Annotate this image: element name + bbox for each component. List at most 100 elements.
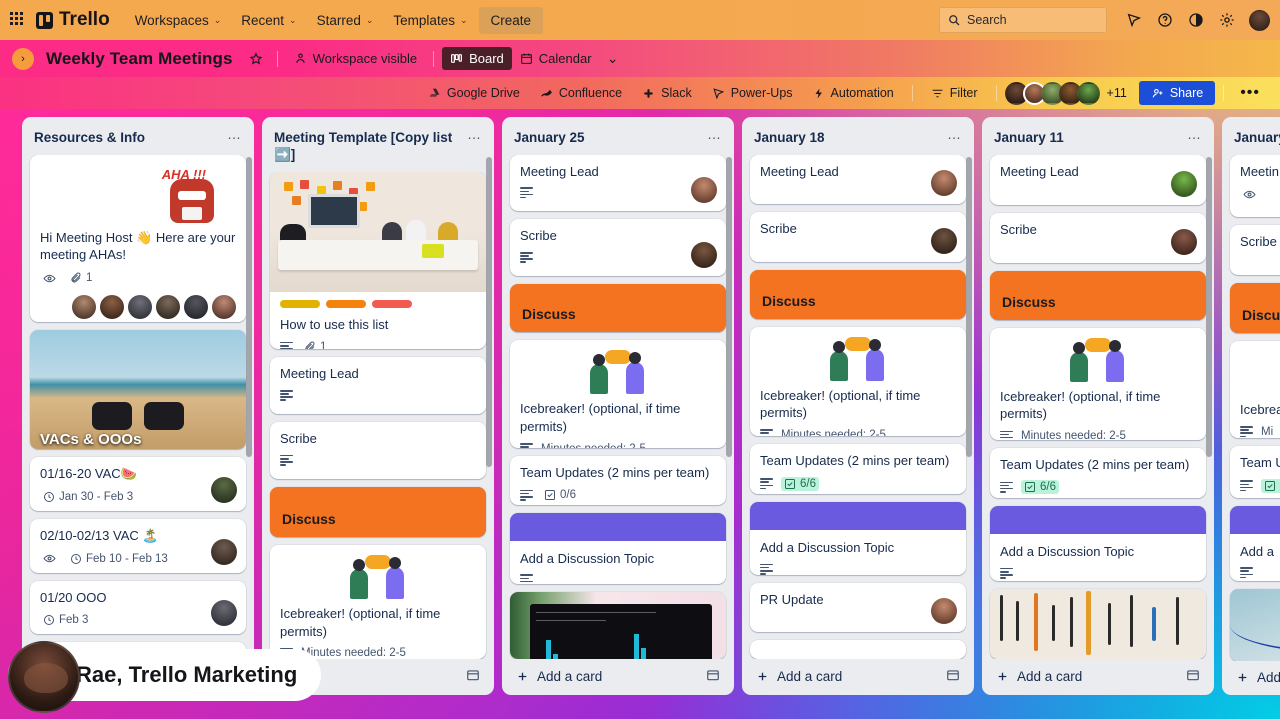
account-avatar[interactable]: [1249, 9, 1270, 31]
list-scroll-thumb[interactable]: [486, 157, 492, 467]
avatar[interactable]: [212, 294, 236, 319]
list-january-18[interactable]: January 18 … Meeting Lead Scribe Discuss: [742, 117, 974, 695]
avatar[interactable]: [211, 538, 237, 565]
card-artwork-image[interactable]: [990, 588, 1206, 659]
list-scrollbar[interactable]: [1206, 157, 1212, 655]
list-scroll-thumb[interactable]: [966, 157, 972, 457]
list-meeting-template[interactable]: Meeting Template [Copy list ➡️] … How to…: [262, 117, 494, 695]
nav-recent[interactable]: Recent ⌄: [232, 7, 305, 34]
tab-calendar[interactable]: Calendar: [512, 47, 600, 70]
card-add-discussion-topic[interactable]: Add a Discussion Topic: [750, 502, 966, 575]
avatar[interactable]: [72, 294, 96, 319]
list-scrollbar[interactable]: [246, 157, 252, 643]
avatar[interactable]: [931, 227, 957, 254]
tab-board[interactable]: Board: [442, 47, 512, 70]
card-meeting-lead[interactable]: Meeting Lead: [510, 154, 726, 212]
card-template-icon[interactable]: [946, 668, 960, 685]
list-scroll-thumb[interactable]: [726, 157, 732, 457]
list-scrollbar[interactable]: [966, 157, 972, 655]
powerup-automation[interactable]: Automation: [803, 82, 904, 104]
nav-workspaces[interactable]: Workspaces ⌄: [126, 7, 231, 34]
avatar[interactable]: [211, 476, 237, 503]
theme-contrast-icon[interactable]: [1187, 11, 1205, 29]
avatar[interactable]: [211, 600, 237, 627]
list-menu-button[interactable]: …: [947, 127, 962, 142]
card-ooo-0120[interactable]: 01/20 OOO Feb 3: [30, 580, 246, 635]
filter-button[interactable]: Filter: [921, 82, 988, 104]
card-icebreaker[interactable]: Icebrea permit Mi: [1230, 341, 1280, 439]
card-meeting-lead[interactable]: Meeting Lead: [990, 154, 1206, 205]
card-icebreaker[interactable]: Icebreaker! (optional, if time permits) …: [750, 326, 966, 437]
avatar[interactable]: [1171, 228, 1197, 255]
avatar[interactable]: [1171, 170, 1197, 197]
list-january-25[interactable]: January 25 … Meeting Lead Scribe Discuss: [502, 117, 734, 695]
card-chart-image[interactable]: [1230, 589, 1280, 661]
card-add-discussion-topic[interactable]: Add a: [1230, 505, 1280, 582]
card-scribe[interactable]: Scribe: [270, 422, 486, 480]
add-card-button[interactable]: Add a card: [996, 669, 1082, 684]
trello-logo[interactable]: Trello: [36, 9, 110, 31]
apps-grid-icon[interactable]: [10, 12, 26, 28]
card-meeting-lead[interactable]: Meeting Lead: [750, 154, 966, 205]
powerup-slack[interactable]: Slack: [632, 82, 702, 104]
card-team-updates[interactable]: Team Updates (2 mins per team) 0/6: [510, 455, 726, 505]
avatar[interactable]: [128, 294, 152, 319]
avatar[interactable]: [931, 170, 957, 197]
card-add-discussion-topic[interactable]: Add a Discussion Topic: [510, 512, 726, 584]
powerup-confluence[interactable]: Confluence: [530, 82, 632, 104]
card-scribe[interactable]: Scribe: [1230, 225, 1280, 276]
list-january-partial[interactable]: January … Meetin Scribe Discu: [1222, 117, 1280, 695]
card-doc-preview[interactable]: [750, 640, 966, 659]
avatar[interactable]: [691, 242, 717, 269]
list-scroll-thumb[interactable]: [246, 157, 252, 457]
list-menu-button[interactable]: …: [227, 127, 242, 142]
board-menu-button[interactable]: •••: [1232, 82, 1268, 104]
star-icon[interactable]: [243, 47, 269, 71]
card-team-updates[interactable]: Team Updates (2 mins per team) 6/6: [990, 447, 1206, 499]
card-discuss-banner[interactable]: Discu: [1230, 283, 1280, 334]
list-menu-button[interactable]: …: [467, 127, 482, 142]
card-meeting-lead[interactable]: Meetin: [1230, 154, 1280, 218]
card-template-icon[interactable]: [706, 668, 720, 685]
card-team-updates[interactable]: Team U: [1230, 446, 1280, 498]
card-scribe[interactable]: Scribe: [510, 219, 726, 277]
card-team-updates[interactable]: Team Updates (2 mins per team) 6/6: [750, 444, 966, 495]
card-discuss-banner[interactable]: Discuss: [750, 269, 966, 319]
card-how-to-use-this-list[interactable]: How to use this list 1: [270, 171, 486, 350]
settings-gear-icon[interactable]: [1218, 11, 1236, 29]
card-add-discussion-topic[interactable]: Add a Discussion Topic: [990, 506, 1206, 581]
card-scribe[interactable]: Scribe: [750, 212, 966, 262]
add-card-button[interactable]: Add a: [1236, 670, 1280, 685]
card-template-icon[interactable]: [466, 668, 480, 685]
card-icebreaker[interactable]: Icebreaker! (optional, if time permits) …: [510, 340, 726, 448]
list-resources-info[interactable]: Resources & Info … AHA !!! Hi Meeting Ho…: [22, 117, 254, 683]
powerup-google-drive[interactable]: Google Drive: [418, 82, 530, 104]
avatar[interactable]: [1076, 81, 1100, 105]
list-menu-button[interactable]: …: [1187, 127, 1202, 142]
list-january-11[interactable]: January 11 … Meeting Lead Scribe Discuss: [982, 117, 1214, 695]
avatar[interactable]: [184, 294, 208, 319]
search-input[interactable]: Search: [939, 7, 1107, 33]
list-scrollbar[interactable]: [726, 157, 732, 655]
card-dashboard-image[interactable]: [510, 591, 726, 659]
notifications-bell-icon[interactable]: [1125, 11, 1143, 29]
card-discuss-banner[interactable]: Discuss: [270, 487, 486, 538]
avatar[interactable]: [156, 294, 180, 319]
create-button[interactable]: Create: [478, 6, 544, 34]
card-vac-0116[interactable]: 01/16-20 VAC🍉 Jan 30 - Feb 3: [30, 457, 246, 511]
card-template-icon[interactable]: [1186, 668, 1200, 685]
list-scrollbar[interactable]: [486, 157, 492, 655]
list-scroll-thumb[interactable]: [1206, 157, 1212, 457]
card-icebreaker[interactable]: Icebreaker! (optional, if time permits) …: [990, 327, 1206, 440]
add-card-button[interactable]: Add a card: [756, 669, 842, 684]
card-discuss-banner[interactable]: Discuss: [990, 270, 1206, 320]
help-circle-icon[interactable]: [1156, 11, 1174, 29]
avatar[interactable]: [931, 598, 957, 625]
board-members[interactable]: +11: [1004, 81, 1127, 105]
card-meeting-ahas[interactable]: AHA !!! Hi Meeting Host 👋 Here are your …: [30, 154, 246, 322]
members-overflow-count[interactable]: +11: [1107, 86, 1127, 100]
more-views-chevron-down-icon[interactable]: ⌄: [600, 47, 626, 71]
nav-starred[interactable]: Starred ⌄: [308, 7, 383, 34]
card-vacs-ooos[interactable]: VACs & OOOs: [30, 329, 246, 450]
list-menu-button[interactable]: …: [707, 127, 722, 142]
